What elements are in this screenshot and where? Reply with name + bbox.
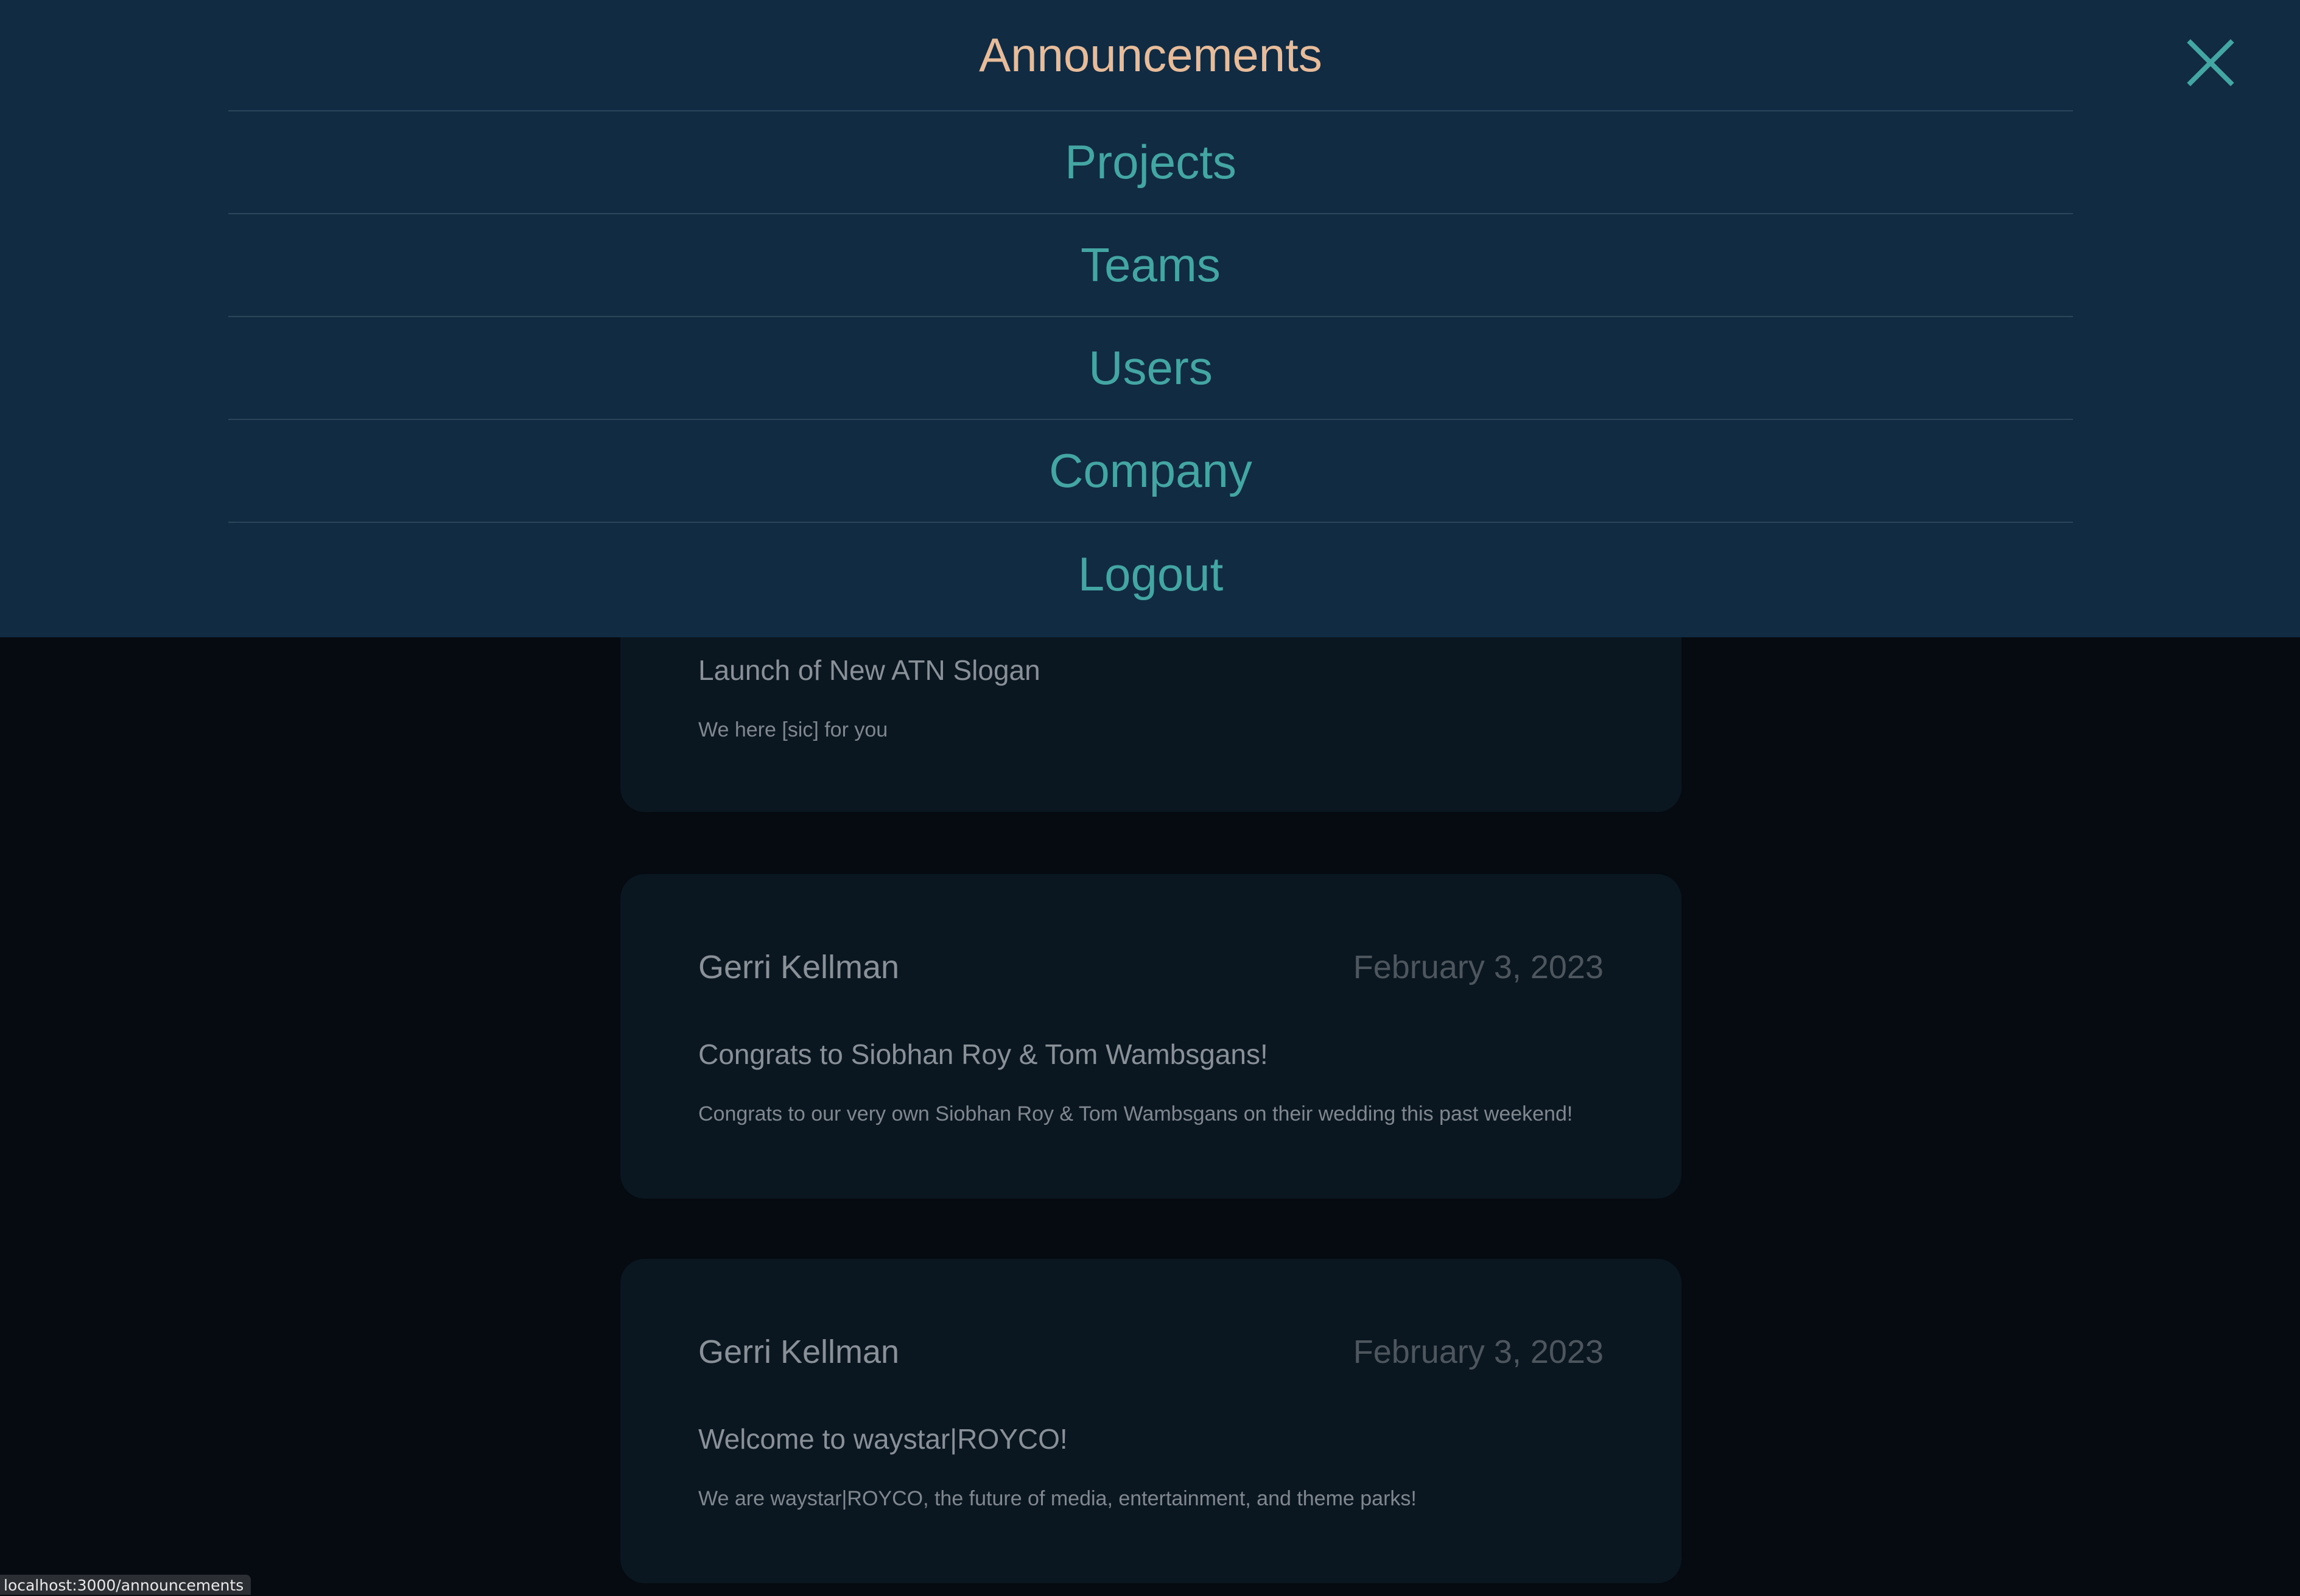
announcement-title: Welcome to waystar|ROYCO! (698, 1423, 1068, 1455)
announcement-title: Launch of New ATN Slogan (698, 654, 1040, 686)
nav-item-users[interactable]: Users (228, 317, 2073, 420)
nav-menu-overlay: Announcements Projects Teams Users Compa… (0, 0, 2300, 637)
announcement-body: We are waystar|ROYCO, the future of medi… (698, 1487, 1417, 1510)
announcement-card: Gerri Kellman February 3, 2023 Congrats … (620, 874, 1681, 1199)
nav-item-announcements[interactable]: Announcements (228, 0, 2073, 111)
announcement-author: Gerri Kellman (698, 949, 900, 985)
nav-item-teams[interactable]: Teams (228, 214, 2073, 317)
announcement-body: We here [sic] for you (698, 718, 888, 741)
nav-item-company[interactable]: Company (228, 420, 2073, 523)
announcement-date: February 3, 2023 (1353, 1334, 1604, 1370)
close-menu-button[interactable] (2187, 39, 2234, 86)
nav-menu: Announcements Projects Teams Users Compa… (228, 0, 2073, 626)
status-bar-url: localhost:3000/announcements (0, 1575, 251, 1595)
close-icon (2187, 39, 2234, 86)
nav-item-projects[interactable]: Projects (228, 111, 2073, 214)
announcement-date: February 3, 2023 (1353, 949, 1604, 985)
announcement-card: Gerri Kellman February 3, 2023 Welcome t… (620, 1259, 1681, 1583)
nav-item-logout[interactable]: Logout (228, 523, 2073, 626)
announcement-title: Congrats to Siobhan Roy & Tom Wambsgans! (698, 1038, 1268, 1070)
announcement-body: Congrats to our very own Siobhan Roy & T… (698, 1102, 1573, 1125)
announcement-header: Gerri Kellman February 3, 2023 (698, 1331, 1604, 1373)
announcement-author: Gerri Kellman (698, 1334, 900, 1370)
announcement-header: Gerri Kellman February 3, 2023 (698, 946, 1604, 989)
